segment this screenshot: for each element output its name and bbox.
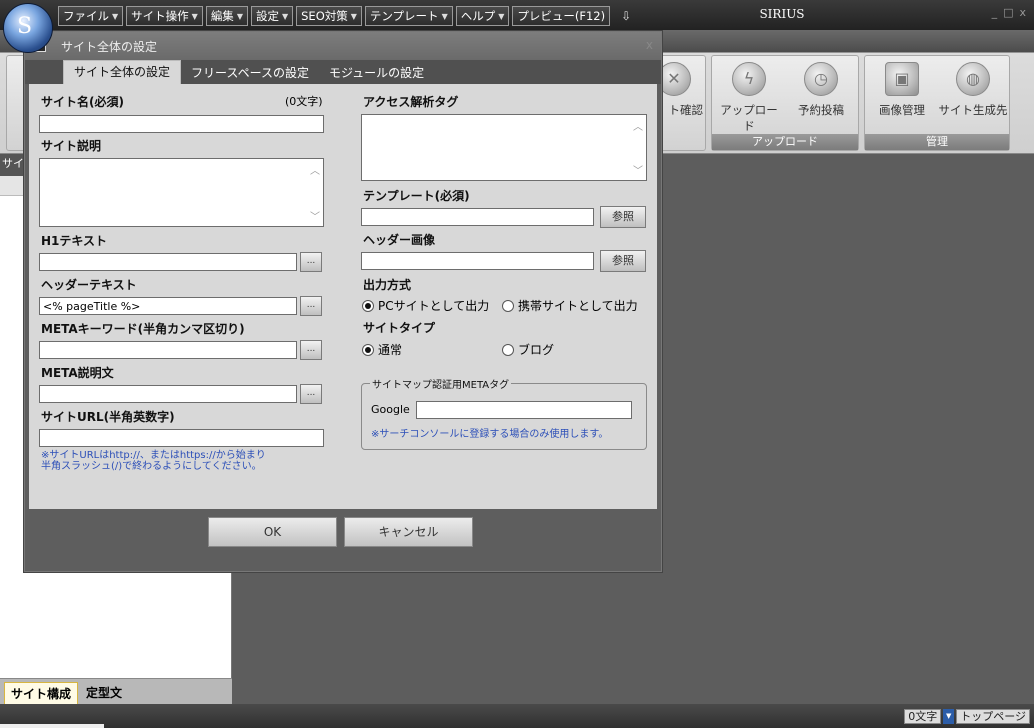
meta-keywords-edit-button[interactable]: ... (300, 340, 322, 360)
meta-keywords-input[interactable] (39, 341, 297, 359)
site-name-char-count: (0文字) (285, 95, 323, 108)
template-label: テンプレート(必須) (363, 189, 470, 203)
scroll-up-icon[interactable]: ︿ (308, 162, 322, 177)
lightning-icon: ϟ (732, 62, 766, 96)
output-method-label: 出力方式 (363, 278, 412, 292)
radio-checked-icon (362, 343, 374, 356)
close-icon[interactable]: x (646, 38, 653, 52)
h1-text-edit-button[interactable]: ... (300, 252, 322, 272)
scroll-down-icon[interactable]: ﹀ (631, 162, 645, 177)
site-url-label: サイトURL(半角英数字) (41, 410, 175, 424)
header-text-label: ヘッダーテキスト (41, 278, 137, 292)
status-char-count: 0文字 (904, 709, 942, 724)
app-title: SIRIUS (759, 7, 805, 21)
site-url-note-1: ※サイトURLはhttp://、またはhttps://から始まり (41, 450, 266, 461)
status-progress (0, 724, 104, 728)
radio-unchecked-icon (502, 343, 514, 356)
radio-output-pc[interactable]: PCサイトとして出力 (362, 297, 489, 314)
radio-output-mobile[interactable]: 携帯サイトとして出力 (502, 297, 638, 314)
dialog-title-bar: サイト全体の設定 x (25, 32, 661, 60)
site-name-input[interactable] (39, 115, 324, 133)
maximize-icon[interactable]: □ (1003, 6, 1013, 19)
close-window-icon[interactable]: x (1019, 6, 1026, 19)
header-image-browse-button[interactable]: 参照 (600, 250, 646, 272)
header-text-edit-button[interactable]: ... (300, 296, 322, 316)
meta-description-label: META説明文 (41, 366, 114, 380)
ribbon-group-label: アップロード (712, 134, 858, 150)
textarea-scrollbar[interactable]: ︿ ﹀ (631, 116, 645, 179)
tab-site-structure[interactable]: サイト構成 (4, 682, 79, 704)
header-image-input[interactable] (361, 252, 594, 270)
h1-text-input[interactable] (39, 253, 297, 271)
site-url-note-2: 半角スラッシュ(/)で終わるようにしてください。 (41, 461, 262, 472)
tab-site-settings[interactable]: サイト全体の設定 (63, 60, 182, 84)
meta-description-input[interactable] (39, 385, 297, 403)
status-bar: 0文字 ▼ トップページ (0, 704, 1034, 728)
scroll-up-icon[interactable]: ︿ (631, 118, 645, 133)
window-controls: _ □ x (992, 6, 1026, 19)
template-input[interactable] (361, 208, 594, 226)
ribbon-button-scheduled-post[interactable]: ◷ 予約投稿 (788, 62, 854, 118)
cancel-button[interactable]: キャンセル (344, 517, 473, 547)
site-settings-dialog: サイト全体の設定 x サイト全体の設定 フリースペースの設定 モジュールの設定 … (24, 31, 662, 572)
ribbon-button-image-manager[interactable]: ▣ 画像管理 (869, 62, 935, 118)
sitemap-meta-fieldset: サイトマップ認証用METAタグ Google ※サーチコンソールに登録する場合の… (361, 376, 647, 450)
check-icon: ✕ (657, 62, 691, 96)
meta-description-edit-button[interactable]: ... (300, 384, 322, 404)
textarea-scrollbar[interactable]: ︿ ﹀ (308, 160, 322, 225)
sitemap-note: ※サーチコンソールに登録する場合のみ使用します。 (371, 429, 609, 440)
ribbon-group-upload: ϟ アップロード ◷ 予約投稿 アップロード (711, 55, 859, 151)
radio-checked-icon (362, 299, 374, 312)
header-image-label: ヘッダー画像 (363, 233, 436, 247)
template-browse-button[interactable]: 参照 (600, 206, 646, 228)
site-description-label: サイト説明 (41, 139, 102, 153)
left-panel-tabs: サイト構成 定型文 (0, 678, 232, 704)
h1-text-label: H1テキスト (41, 234, 108, 248)
ribbon-button-output-dest[interactable]: ◍ サイト生成先 (937, 62, 1009, 118)
chevron-down-icon[interactable]: ▼ (943, 709, 955, 724)
dialog-body: サイト名(必須) (0文字) サイト説明 ︿ ﹀ H1テキスト ... ヘッダーテ… (29, 84, 657, 509)
app-logo-icon: S (17, 14, 33, 39)
site-type-label: サイトタイプ (363, 321, 436, 335)
status-right: 0文字 ▼ トップページ (904, 709, 1030, 724)
ok-button[interactable]: OK (208, 517, 337, 547)
ribbon-button-upload[interactable]: ϟ アップロード (716, 62, 782, 134)
tab-free-space-settings[interactable]: フリースペースの設定 (181, 62, 319, 84)
dialog-footer: OK キャンセル (25, 509, 661, 571)
radio-site-type-blog[interactable]: ブログ (502, 341, 554, 358)
ribbon-group-label: 管理 (865, 134, 1009, 150)
tab-module-settings[interactable]: モジュールの設定 (319, 62, 434, 84)
radio-site-type-normal[interactable]: 通常 (362, 341, 402, 358)
meta-keywords-label: METAキーワード(半角カンマ区切り) (41, 322, 245, 336)
radio-unchecked-icon (502, 299, 514, 312)
sitemap-meta-legend: サイトマップ認証用METAタグ (370, 376, 512, 391)
site-url-input[interactable] (39, 429, 324, 447)
tab-snippets[interactable]: 定型文 (80, 682, 128, 704)
site-description-textarea[interactable]: ︿ ﹀ (39, 158, 324, 227)
header-text-input[interactable] (39, 297, 297, 315)
site-name-label: サイト名(必須) (41, 95, 124, 109)
title-bar: ファイル ▼ サイト操作 ▼ 編集 ▼ 設定 ▼ SEO対策 ▼ テンプレート ▼ ヘルプ ▼… (0, 0, 1034, 30)
access-tag-label: アクセス解析タグ (363, 95, 459, 109)
access-tag-textarea[interactable]: ︿ ﹀ (361, 114, 647, 181)
dialog-title: サイト全体の設定 (61, 40, 158, 54)
clock-icon: ◷ (804, 62, 838, 96)
ribbon-group-manage: ▣ 画像管理 ◍ サイト生成先 管理 (864, 55, 1010, 151)
scroll-down-icon[interactable]: ﹀ (308, 208, 322, 223)
dialog-tabs: サイト全体の設定 フリースペースの設定 モジュールの設定 (25, 60, 661, 84)
app-orb-button[interactable]: S (3, 3, 53, 53)
minimize-icon[interactable]: _ (992, 6, 998, 19)
globe-icon: ◍ (956, 62, 990, 96)
image-icon: ▣ (885, 62, 919, 96)
google-meta-input[interactable] (416, 401, 632, 419)
google-label: Google (371, 403, 410, 416)
status-page[interactable]: トップページ (956, 709, 1030, 724)
